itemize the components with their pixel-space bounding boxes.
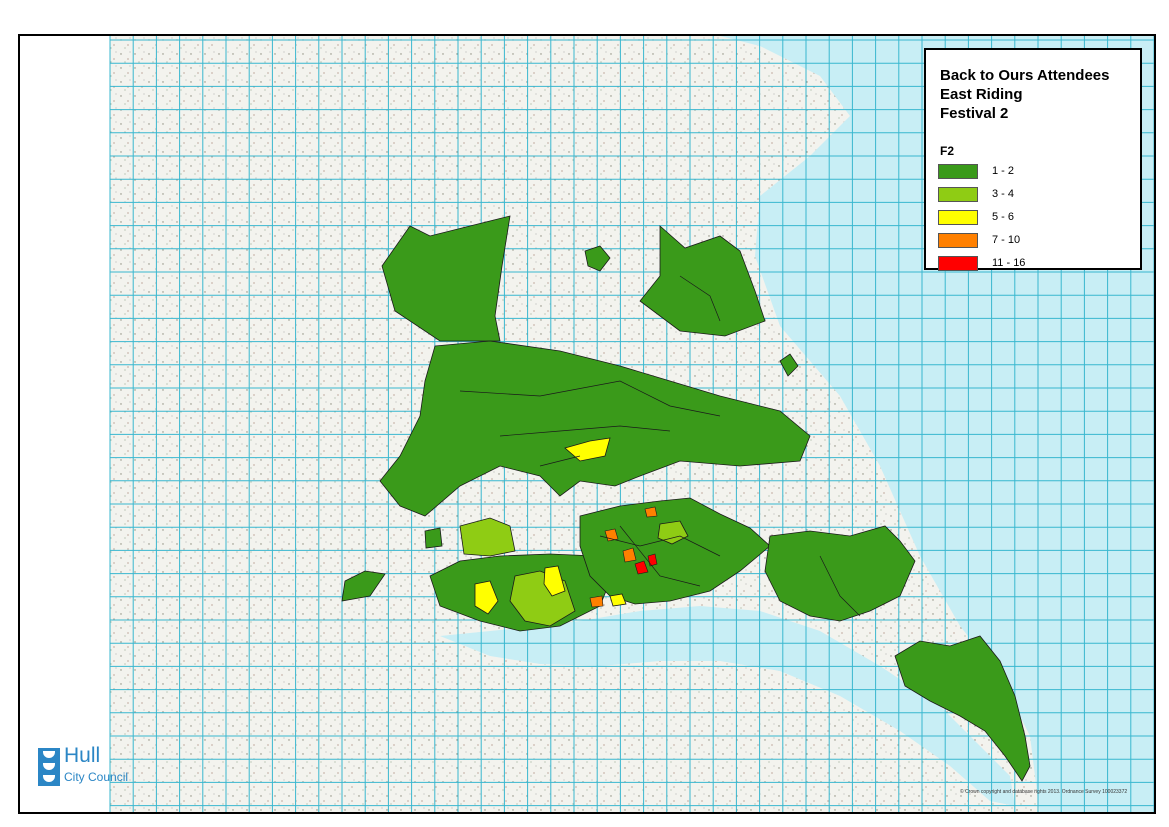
copyright-notice: © Crown copyright and database rights 20… — [960, 789, 1128, 795]
region-west-spot[interactable] — [424, 527, 443, 549]
logo-name: Hull — [64, 744, 101, 767]
region-red-b[interactable] — [647, 553, 658, 567]
legend-title-line1: Back to Ours Attendees — [940, 67, 1110, 84]
legend-title: Back to Ours Attendees East Riding Festi… — [940, 66, 1110, 123]
legend-label: 3 - 4 — [992, 188, 1015, 200]
legend-title-line2: East Riding — [940, 86, 1023, 103]
legend-item: 3 - 4 — [938, 187, 1128, 203]
legend-field-name: F2 — [940, 144, 955, 158]
region-orange-d[interactable] — [589, 595, 604, 608]
legend-item: 1 - 2 — [938, 164, 1128, 180]
legend-swatch — [938, 164, 978, 179]
legend-title-line3: Festival 2 — [940, 105, 1009, 122]
legend-swatch — [938, 233, 978, 248]
legend-swatch — [938, 256, 978, 271]
region-orange-b[interactable] — [644, 506, 658, 518]
hull-city-council-logo: Hull City Council — [38, 744, 148, 788]
legend-swatch — [938, 187, 978, 202]
margin-area — [20, 36, 110, 812]
legend-swatch — [938, 210, 978, 225]
map-legend: Back to Ours Attendees East Riding Festi… — [924, 48, 1142, 272]
legend-label: 1 - 2 — [992, 165, 1015, 177]
legend-item: 11 - 16 — [938, 256, 1128, 272]
legend-label: 5 - 6 — [992, 211, 1015, 223]
logo-subtitle: City Council — [64, 770, 129, 784]
map-frame: Back to Ours Attendees East Riding Festi… — [18, 34, 1156, 814]
crown-shield-icon — [38, 748, 60, 786]
legend-label: 7 - 10 — [992, 234, 1021, 246]
legend-label: 11 - 16 — [992, 257, 1026, 269]
legend-item: 5 - 6 — [938, 210, 1128, 226]
legend-item: 7 - 10 — [938, 233, 1128, 249]
